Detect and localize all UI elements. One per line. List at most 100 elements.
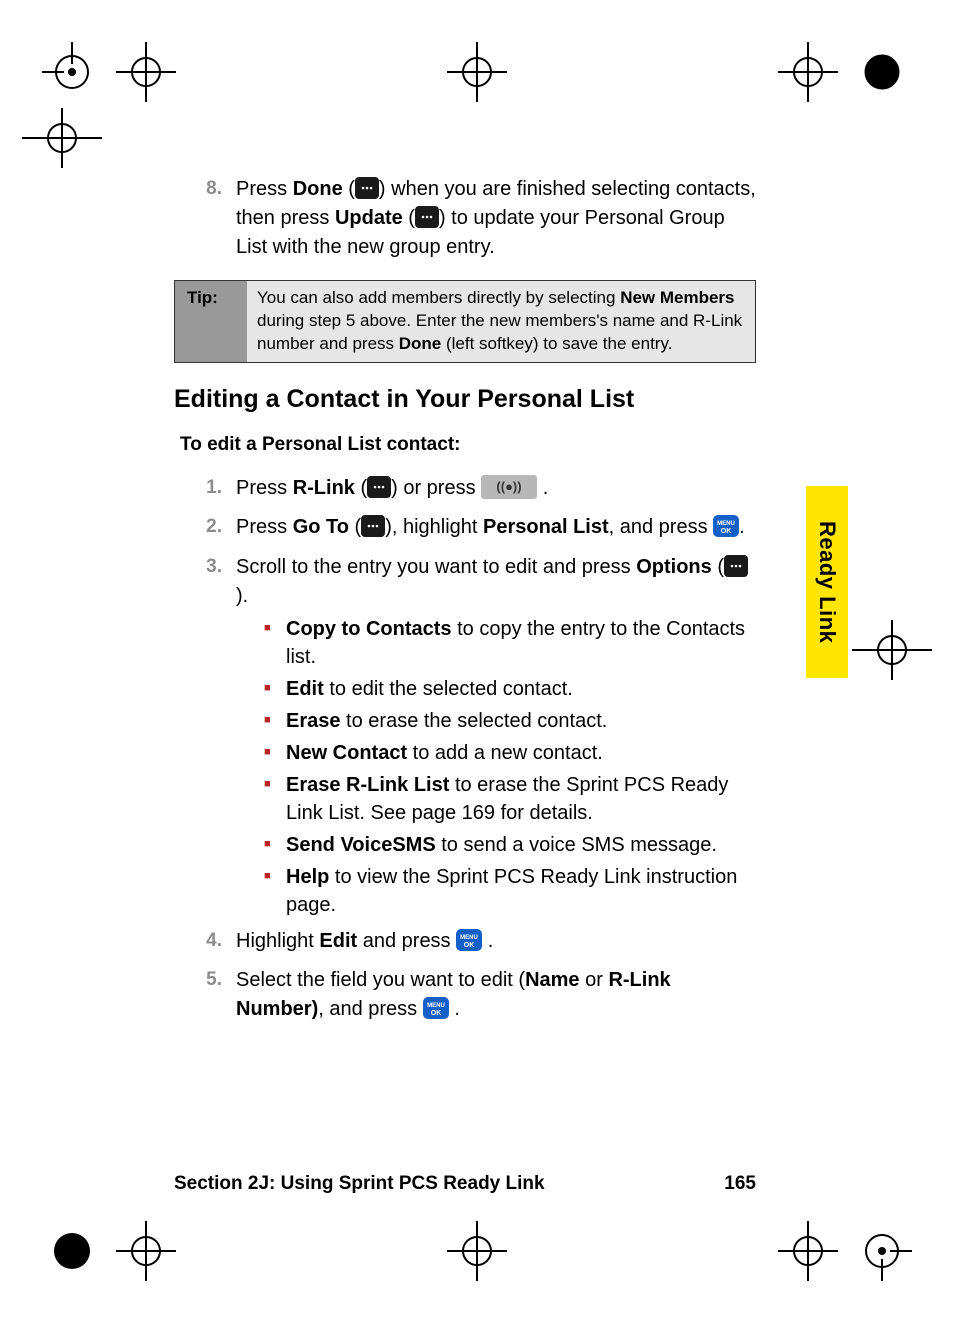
step-2: 2. Press Go To ( ), highlight Personal Li…: [174, 513, 756, 542]
softkey-button-icon: [361, 512, 385, 541]
step-body: Press R-Link () or press ((●)) .: [236, 474, 756, 503]
svg-text:OK: OK: [464, 942, 475, 949]
text: and press: [357, 930, 456, 952]
crop-mark-icon: [116, 1221, 176, 1281]
bullet-icon: ■: [264, 771, 286, 827]
text: ).: [236, 585, 248, 607]
svg-text:MENU: MENU: [460, 935, 478, 941]
options-list: ■Copy to Contacts to copy the entry to t…: [264, 615, 756, 919]
text: .: [488, 930, 494, 952]
list-item: ■Copy to Contacts to copy the entry to t…: [264, 615, 756, 671]
step-3: 3. Scroll to the entry you want to edit …: [174, 553, 756, 923]
softkey-button-icon: [724, 551, 748, 580]
section-heading: Editing a Contact in Your Personal List: [174, 385, 756, 414]
text: New Members: [620, 288, 734, 307]
menu-ok-button-icon: MENUOK: [456, 925, 482, 954]
svg-text:OK: OK: [431, 1010, 442, 1017]
section-subheading: To edit a Personal List contact:: [180, 434, 756, 456]
text: Name: [525, 969, 579, 991]
text: Erase: [286, 710, 341, 732]
text: Copy to Contacts: [286, 618, 452, 640]
text: to send a voice SMS message.: [436, 834, 717, 856]
menu-ok-button-icon: MENUOK: [423, 993, 449, 1022]
text: Go To: [293, 516, 349, 538]
bullet-icon: ■: [264, 863, 286, 919]
page-footer: Section 2J: Using Sprint PCS Ready Link …: [174, 1173, 756, 1195]
text: Done: [399, 334, 442, 353]
list-item: ■Edit to edit the selected contact.: [264, 675, 756, 703]
rlink-button-icon: ((●)): [481, 472, 537, 501]
text: Options: [636, 556, 712, 578]
text: ) or press: [391, 477, 481, 499]
step-body: Press Go To ( ), highlight Personal List,…: [236, 513, 756, 542]
text: Edit: [319, 930, 357, 952]
text: Personal List: [483, 516, 609, 538]
tip-body: You can also add members directly by sel…: [247, 281, 755, 362]
text: (left softkey) to save the entry.: [441, 334, 672, 353]
text: Press: [236, 516, 293, 538]
bullet-icon: ■: [264, 675, 286, 703]
step-body: Press Done () when you are finished sele…: [236, 175, 756, 262]
text: to edit the selected contact.: [324, 678, 573, 700]
crop-mark-icon: [852, 1221, 912, 1281]
crop-mark-icon: [42, 42, 102, 102]
text: R-Link: [293, 477, 355, 499]
step-body: Select the field you want to edit (Name …: [236, 966, 756, 1024]
step-number: 5.: [174, 966, 236, 1024]
list-item: ■Erase to erase the selected contact.: [264, 707, 756, 735]
crop-mark-icon: [852, 620, 932, 680]
text: Edit: [286, 678, 324, 700]
text: Done: [293, 178, 343, 200]
step-number: 2.: [174, 513, 236, 542]
step-number: 4.: [174, 927, 236, 956]
text: (: [349, 516, 361, 538]
text: Press: [236, 477, 293, 499]
text: Select the field you want to edit (: [236, 969, 525, 991]
text: .: [739, 516, 745, 538]
crop-mark-icon: [116, 42, 176, 102]
step-8: 8. Press Done () when you are finished s…: [174, 175, 756, 262]
list-item: ■New Contact to add a new contact.: [264, 739, 756, 767]
text: (: [355, 477, 367, 499]
list-item: ■Send VoiceSMS to send a voice SMS messa…: [264, 831, 756, 859]
softkey-button-icon: [415, 202, 439, 231]
text: , and press: [609, 516, 714, 538]
step-1: 1. Press R-Link () or press ((●)) .: [174, 474, 756, 503]
bullet-icon: ■: [264, 615, 286, 671]
bullet-icon: ■: [264, 739, 286, 767]
crop-mark-icon: [778, 42, 838, 102]
text: Update: [335, 207, 403, 229]
text: .: [454, 998, 460, 1020]
crop-mark-icon: [447, 1221, 507, 1281]
text: ), highlight: [385, 516, 483, 538]
step-5: 5. Select the field you want to edit (Na…: [174, 966, 756, 1024]
text: New Contact: [286, 742, 407, 764]
svg-text:((●)): ((●)): [497, 479, 522, 494]
tip-label: Tip:: [175, 281, 247, 362]
step-body: Highlight Edit and press MENUOK .: [236, 927, 756, 956]
footer-page-number: 165: [724, 1173, 756, 1195]
crop-mark-icon: [447, 42, 507, 102]
list-item: ■Help to view the Sprint PCS Ready Link …: [264, 863, 756, 919]
step-number: 3.: [174, 553, 236, 923]
text: You can also add members directly by sel…: [257, 288, 620, 307]
text: Send VoiceSMS: [286, 834, 436, 856]
text: or: [580, 969, 609, 991]
menu-ok-button-icon: MENUOK: [713, 512, 739, 541]
crop-mark-icon: [42, 1221, 102, 1281]
text: Erase R-Link List: [286, 774, 449, 796]
text: (: [343, 178, 355, 200]
footer-section: Section 2J: Using Sprint PCS Ready Link: [174, 1173, 545, 1195]
svg-text:OK: OK: [721, 528, 732, 535]
side-tab-label: Ready Link: [814, 521, 840, 643]
text: to add a new contact.: [407, 742, 603, 764]
crop-mark-icon: [852, 42, 912, 102]
bullet-icon: ■: [264, 707, 286, 735]
text: to erase the selected contact.: [341, 710, 608, 732]
text: (: [403, 207, 415, 229]
text: , and press: [318, 998, 423, 1020]
text: Help: [286, 866, 329, 888]
crop-mark-icon: [22, 108, 102, 168]
side-tab: Ready Link: [806, 486, 848, 678]
page-content: 8. Press Done () when you are finished s…: [174, 175, 756, 1034]
